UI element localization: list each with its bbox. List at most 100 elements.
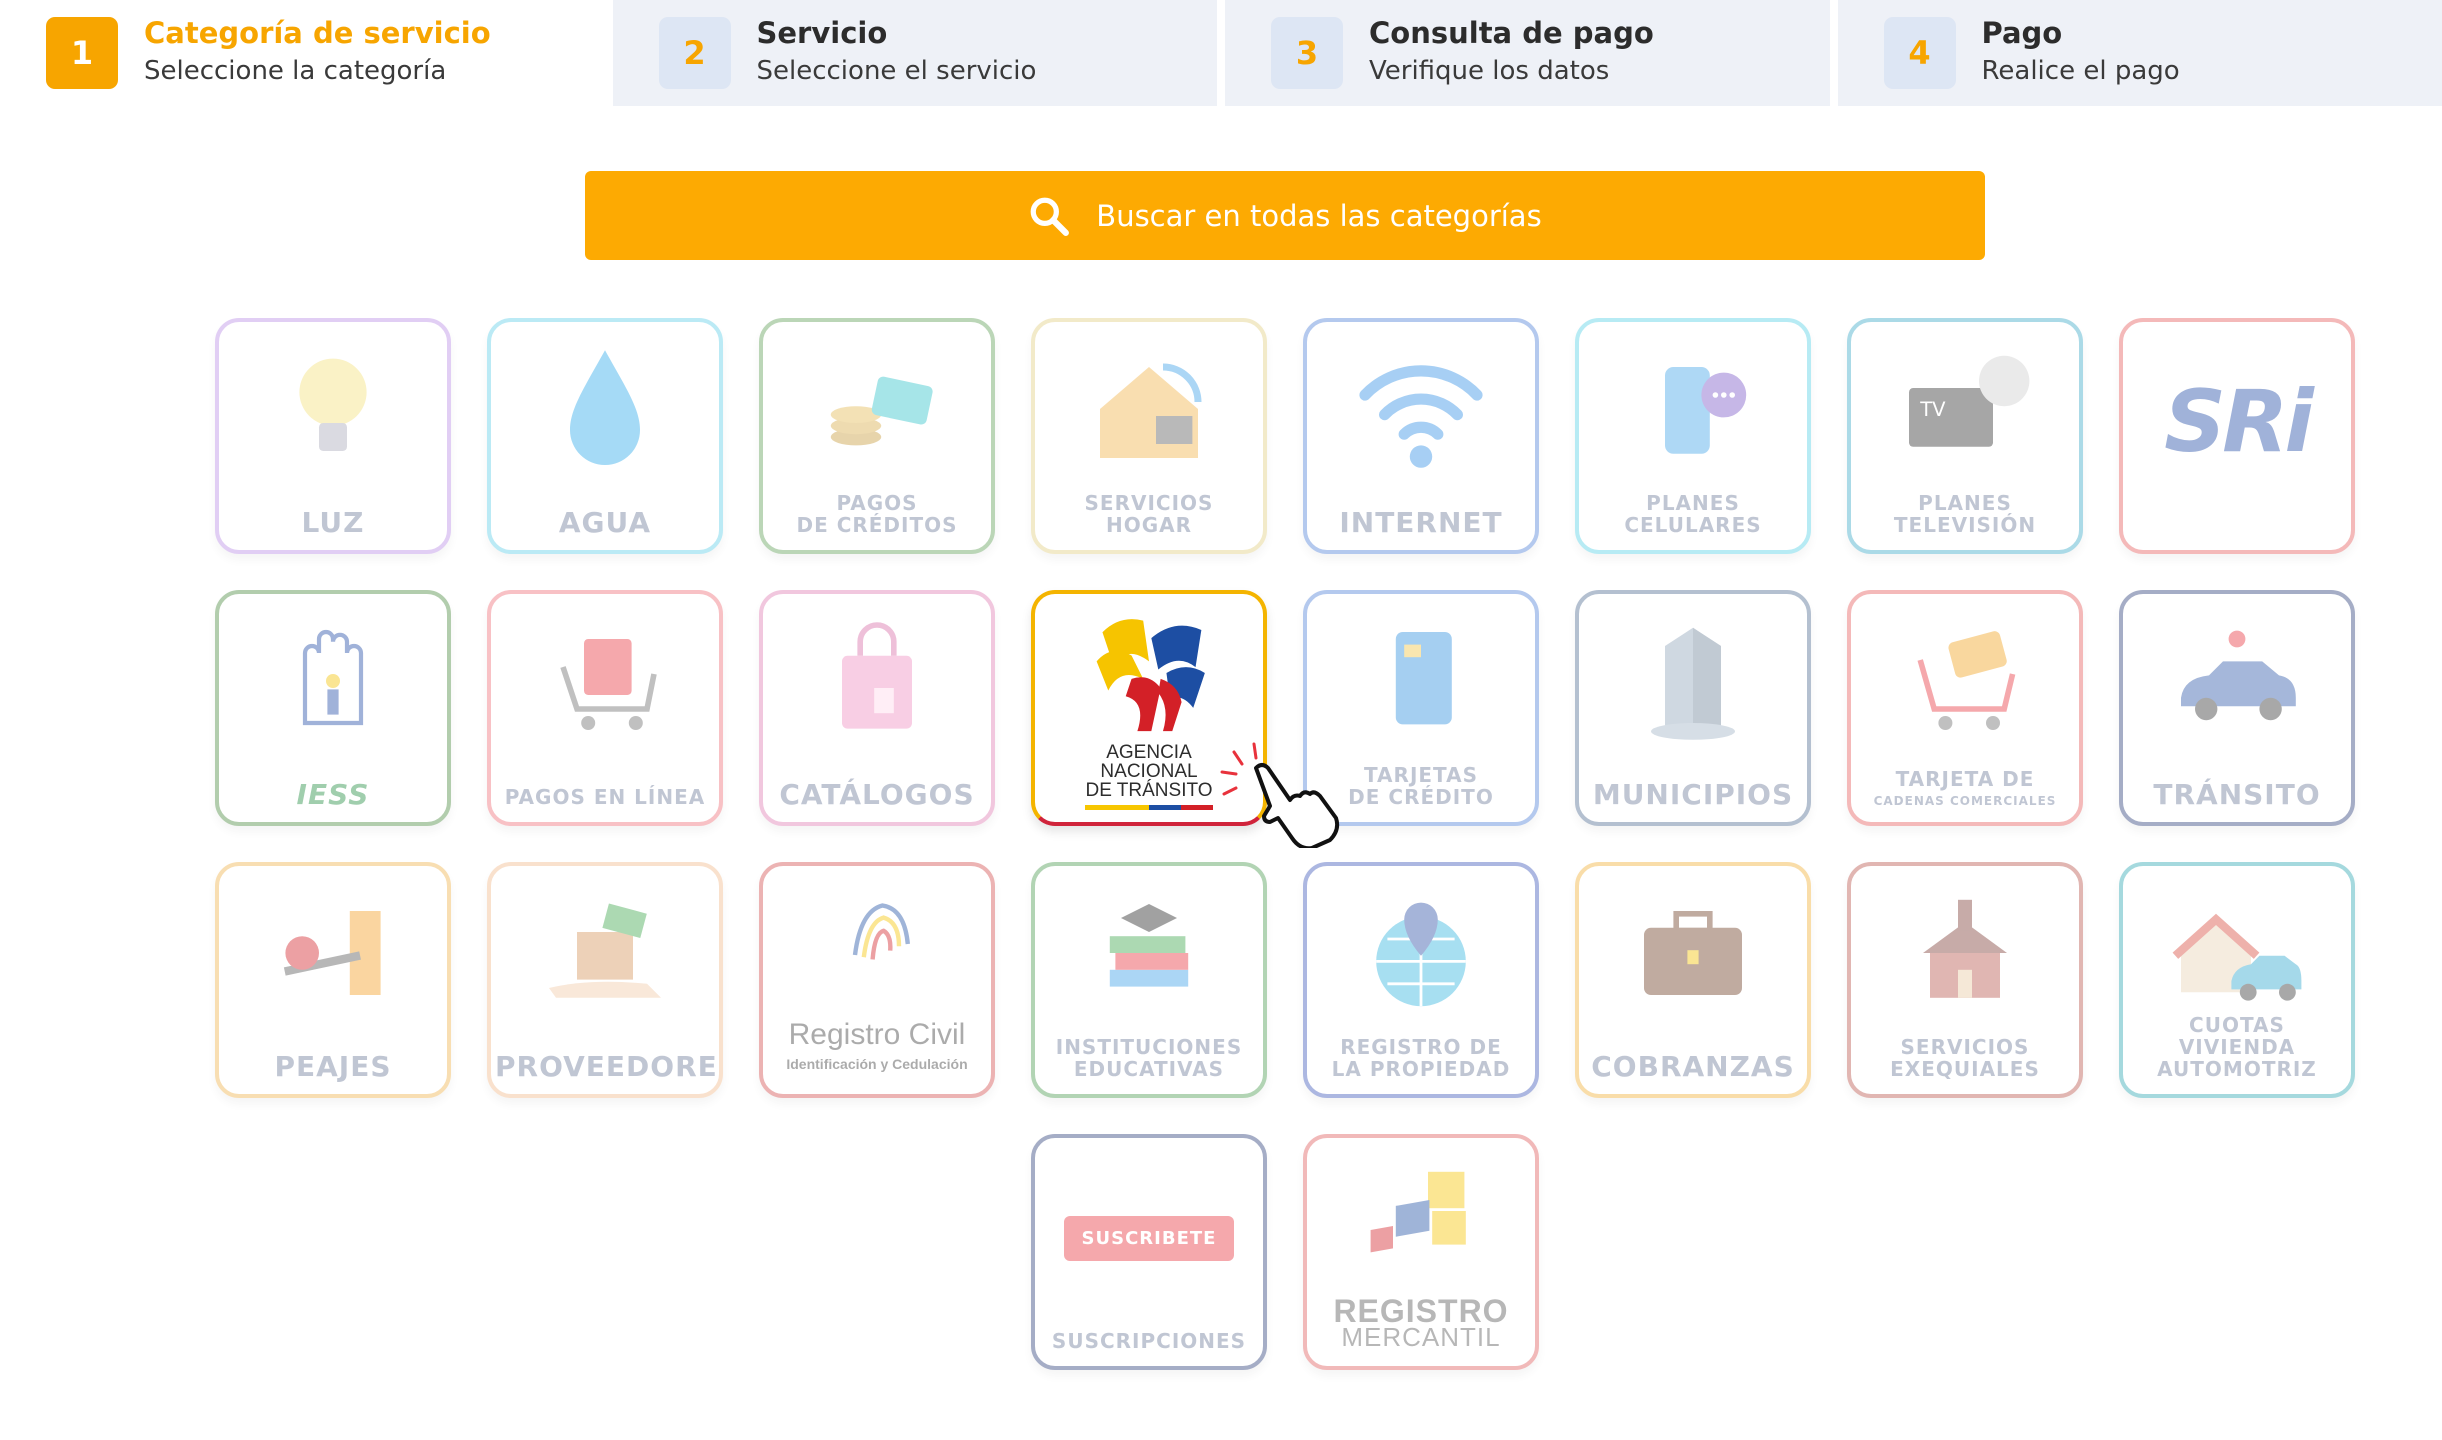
step-pago[interactable]: 4 Pago Realice el pago: [1837, 0, 2442, 106]
category-label: TARJETA DE: [1895, 767, 2035, 791]
category-tile-tarjetas-credito[interactable]: TARJETAS DE CRÉDITO: [1303, 590, 1539, 826]
category-tile-municipios[interactable]: MUNICIPIOS: [1575, 590, 1811, 826]
search-label: Buscar en todas las categorías: [1096, 198, 1542, 233]
cellphone-icon: [1665, 367, 1747, 454]
category-label: SERVICIOS HOGAR: [1084, 491, 1214, 537]
category-tile-suscripciones[interactable]: SUSCRIBETE SUSCRIPCIONES: [1031, 1134, 1267, 1370]
step-subtitle: Seleccione la categoría: [144, 56, 447, 86]
ant-logo: [1096, 619, 1205, 732]
category-label: AGENCIA NACIONAL DE TRÁNSITO: [1085, 742, 1213, 801]
step-subtitle: Verifique los datos: [1369, 56, 1610, 86]
category-tile-cuotas-vivienda[interactable]: CUOTAS VIVIENDA AUTOMOTRIZ: [2119, 862, 2355, 1098]
registro-mercantil-logo: [1370, 1171, 1466, 1253]
category-tile-registro-mercantil[interactable]: REGISTRO MERCANTIL: [1303, 1134, 1539, 1370]
category-label: COBRANZAS: [1591, 1050, 1795, 1083]
lightbulb-icon: [299, 358, 367, 451]
category-tile-servicios-exequiales[interactable]: SERVICIOS EXEQUIALES: [1847, 862, 2083, 1098]
category-label: TRÁNSITO: [2153, 778, 2321, 811]
category-tile-peajes[interactable]: PEAJES: [215, 862, 451, 1098]
tv-satellite-icon: TV: [1909, 355, 2030, 447]
category-label: INSTITUCIONES EDUCATIVAS: [1055, 1035, 1243, 1081]
books-icon: [1109, 904, 1189, 987]
step-subtitle: Realice el pago: [1981, 56, 2180, 86]
flag-stripe: [1085, 805, 1213, 810]
category-label: CUOTAS VIVIENDA AUTOMOTRIZ: [2157, 1013, 2317, 1081]
category-tile-cobranzas[interactable]: COBRANZAS: [1575, 862, 1811, 1098]
category-label: AGUA: [558, 506, 652, 539]
iess-logo: [302, 629, 364, 726]
search-all-categories-button[interactable]: Buscar en todas las categorías: [585, 171, 1985, 260]
category-tile-transito[interactable]: TRÁNSITO: [2119, 590, 2355, 826]
category-tile-iess[interactable]: IESS: [215, 590, 451, 826]
category-label: PEAJES: [274, 1050, 392, 1083]
step-title: Categoría de servicio: [144, 16, 491, 50]
category-tile-planes-television[interactable]: TV PLANES TELEVISIÓN: [1847, 318, 2083, 554]
category-label: SUSCRIPCIONES: [1051, 1329, 1247, 1353]
category-label: LUZ: [301, 506, 365, 539]
step-servicio[interactable]: 2 Servicio Seleccione el servicio: [612, 0, 1217, 106]
step-number: 2: [658, 17, 731, 89]
category-tile-registro-propiedad[interactable]: REGISTRO DE LA PROPIEDAD: [1303, 862, 1539, 1098]
briefcase-icon: [1644, 911, 1742, 995]
category-tile-pagos-creditos[interactable]: PAGOS DE CRÉDITOS: [759, 318, 995, 554]
home-services-icon: [1100, 363, 1202, 458]
wifi-icon: [1359, 365, 1483, 468]
cart-card-icon: [1917, 631, 2016, 730]
svg-text:TV: TV: [1919, 398, 1946, 421]
car-icon: [2181, 630, 2296, 721]
category-tile-servicios-hogar[interactable]: SERVICIOS HOGAR: [1031, 318, 1267, 554]
step-number: 4: [1883, 17, 1956, 89]
step-consulta[interactable]: 3 Consulta de pago Verifique los datos: [1225, 0, 1830, 106]
category-tile-luz[interactable]: LUZ: [215, 318, 451, 554]
category-tile-proveedores[interactable]: PROVEEDORES: [487, 862, 723, 1098]
category-tile-internet[interactable]: INTERNET: [1303, 318, 1539, 554]
step-title: Consulta de pago: [1369, 16, 1654, 50]
subscribe-button-icon: SUSCRIBETE: [1063, 1215, 1235, 1261]
shopping-bag-icon: [842, 622, 912, 729]
category-label: MUNICIPIOS: [1592, 778, 1794, 811]
house-car-icon: [2172, 913, 2302, 1001]
toll-barrier-icon: [283, 911, 381, 995]
category-label: REGISTRO: [1333, 1293, 1509, 1329]
category-label: CATÁLOGOS: [779, 778, 975, 811]
step-title: Pago: [1981, 16, 2063, 50]
category-tile-pagos-en-linea[interactable]: PAGOS EN LÍNEA: [487, 590, 723, 826]
category-sublabel: CADENAS COMERCIALES: [1873, 794, 2057, 808]
credit-card-icon: [1395, 632, 1452, 725]
category-tile-tarjeta-cadenas[interactable]: TARJETA DE CADENAS COMERCIALES: [1847, 590, 2083, 826]
search-icon: [1030, 197, 1070, 236]
globe-pin-icon: [1376, 902, 1466, 1007]
category-label: PLANES TELEVISIÓN: [1893, 491, 2037, 537]
sri-logo: SRi: [2164, 372, 2314, 472]
category-tile-sri[interactable]: SRi: [2119, 318, 2355, 554]
category-label: PROVEEDORES: [495, 1050, 723, 1083]
category-tile-registro-civil[interactable]: Registro Civil Identificación y Cedulaci…: [759, 862, 995, 1098]
category-sublabel: MERCANTIL: [1341, 1322, 1501, 1352]
category-tile-catalogos[interactable]: CATÁLOGOS: [759, 590, 995, 826]
category-sublabel: Identificación y Cedulación: [786, 1056, 968, 1072]
category-tile-instituciones-educativas[interactable]: INSTITUCIONES EDUCATIVAS: [1031, 862, 1267, 1098]
category-label: INTERNET: [1339, 506, 1503, 539]
shopping-cart-icon: [560, 639, 657, 730]
category-label: REGISTRO DE LA PROPIEDAD: [1331, 1035, 1511, 1081]
checkout-stepper: 1 Categoría de servicio Seleccione la ca…: [0, 0, 2442, 106]
box-hand-icon: [549, 903, 661, 998]
category-label: SERVICIOS EXEQUIALES: [1890, 1035, 2040, 1081]
category-label: PAGOS DE CRÉDITOS: [796, 491, 958, 537]
chapel-icon: [1923, 899, 2007, 998]
category-label: Registro Civil: [788, 1018, 966, 1051]
step-number: 1: [46, 17, 118, 89]
step-title: Servicio: [756, 16, 888, 50]
category-tile-agencia-nacional-transito[interactable]: AGENCIA NACIONAL DE TRÁNSITO: [1031, 590, 1267, 826]
building-icon: [1651, 627, 1735, 740]
fingerprint-icon: [852, 903, 910, 960]
coins-card-icon: [830, 376, 933, 446]
category-label: PAGOS EN LÍNEA: [504, 785, 706, 809]
category-label: IESS: [296, 778, 370, 811]
category-tile-agua[interactable]: AGUA: [487, 318, 723, 554]
step-number: 3: [1271, 17, 1343, 89]
step-categoria[interactable]: 1 Categoría de servicio Seleccione la ca…: [0, 0, 605, 106]
water-drop-icon: [570, 350, 640, 465]
category-tile-planes-celulares[interactable]: PLANES CELULARES: [1575, 318, 1811, 554]
step-subtitle: Seleccione el servicio: [756, 56, 1037, 86]
